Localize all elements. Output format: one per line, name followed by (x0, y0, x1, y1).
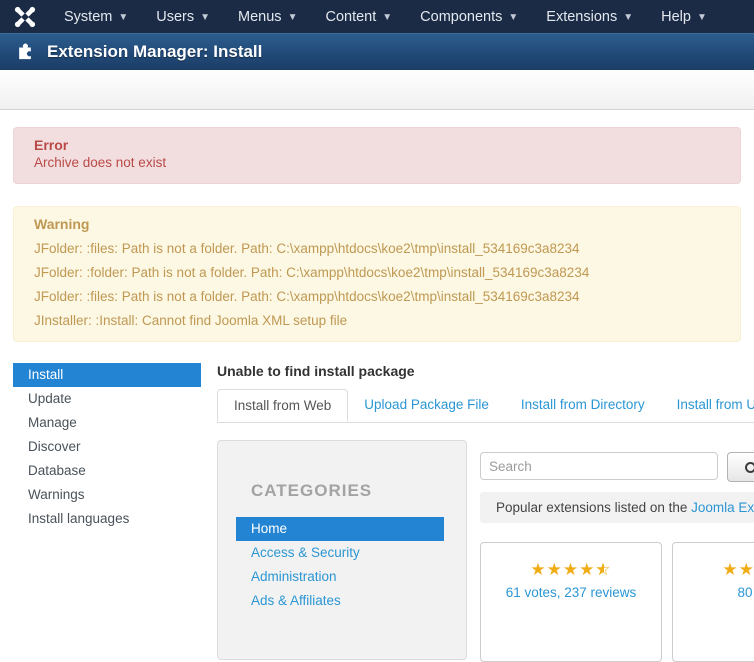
sidebar: Install Update Manage Discover Database … (13, 363, 217, 531)
categories-title: CATEGORIES (251, 481, 466, 501)
chevron-down-icon: ▼ (382, 11, 392, 23)
popular-extensions-note: Popular extensions listed on the Joomla … (480, 492, 754, 523)
sidebar-item-manage[interactable]: Manage (13, 411, 201, 435)
error-title: Error (34, 137, 720, 153)
joomla-logo-icon (12, 6, 38, 28)
menu-menus[interactable]: Menus ▼ (224, 0, 311, 33)
chevron-down-icon: ▼ (623, 11, 633, 23)
chevron-down-icon: ▼ (697, 11, 707, 23)
warning-title: Warning (34, 216, 720, 232)
category-access-security[interactable]: Access & Security (236, 541, 444, 565)
menu-label: System (64, 9, 112, 25)
error-message: Archive does not exist (34, 155, 720, 170)
admin-menubar: System ▼ Users ▼ Menus ▼ Content ▼ Component… (0, 0, 754, 33)
full-stars: ★★★★ (722, 560, 754, 579)
install-message-heading: Unable to find install package (217, 363, 754, 379)
sidebar-item-install[interactable]: Install (13, 363, 201, 387)
chevron-down-icon: ▼ (118, 11, 128, 23)
star-rating: ★★★★☆★ (673, 561, 754, 578)
page-title: Extension Manager: Install (47, 42, 262, 62)
warning-message: JInstaller: :Install: Cannot find Joomla… (34, 313, 720, 328)
menu-content[interactable]: Content ▼ (311, 0, 406, 33)
menu-label: Extensions (546, 9, 617, 25)
tab-upload-package-file[interactable]: Upload Package File (348, 389, 505, 422)
search-icon (745, 462, 754, 473)
puzzle-piece-icon (15, 40, 35, 65)
extension-card[interactable]: ★★★★☆★ 80 votes (672, 542, 754, 662)
install-tabs: Install from Web Upload Package File Ins… (217, 389, 754, 423)
tab-install-from-url[interactable]: Install from URL (661, 389, 754, 422)
page-header: Extension Manager: Install (0, 33, 754, 70)
chevron-down-icon: ▼ (200, 11, 210, 23)
menu-extensions[interactable]: Extensions ▼ (532, 0, 647, 33)
search-button[interactable] (727, 452, 754, 482)
sidebar-item-install-languages[interactable]: Install languages (13, 507, 201, 531)
sidebar-item-update[interactable]: Update (13, 387, 201, 411)
tab-install-from-directory[interactable]: Install from Directory (505, 389, 661, 422)
search-input[interactable] (480, 452, 718, 480)
warning-message: JFolder: :files: Path is not a folder. P… (34, 241, 720, 256)
menu-label: Components (420, 9, 502, 25)
category-home[interactable]: Home (236, 517, 444, 541)
warning-message: JFolder: :folder: Path is not a folder. … (34, 265, 720, 280)
warning-message: JFolder: :files: Path is not a folder. P… (34, 289, 720, 304)
sidebar-item-discover[interactable]: Discover (13, 435, 201, 459)
menu-system[interactable]: System ▼ (50, 0, 142, 33)
full-stars: ★★★★ (530, 560, 595, 579)
jed-link[interactable]: Joomla Extensions Directory (691, 500, 754, 515)
half-star-icon: ☆★ (595, 561, 611, 578)
menu-label: Content (325, 9, 376, 25)
chevron-down-icon: ▼ (508, 11, 518, 23)
popular-note-text: Popular extensions listed on the (496, 500, 691, 515)
extension-card[interactable]: ★★★★☆★ 61 votes, 237 reviews (480, 542, 662, 662)
warning-alert: Warning JFolder: :files: Path is not a f… (13, 206, 741, 342)
categories-panel: CATEGORIES Home Access & Security Admini… (217, 440, 467, 660)
toolbar-strip (0, 70, 754, 110)
menu-help[interactable]: Help ▼ (647, 0, 721, 33)
tab-install-from-web[interactable]: Install from Web (217, 389, 348, 422)
chevron-down-icon: ▼ (288, 11, 298, 23)
menu-label: Help (661, 9, 691, 25)
menu-label: Menus (238, 9, 282, 25)
menu-label: Users (156, 9, 194, 25)
menu-components[interactable]: Components ▼ (406, 0, 532, 33)
error-alert: Error Archive does not exist (13, 127, 741, 184)
sidebar-item-database[interactable]: Database (13, 459, 201, 483)
star-rating: ★★★★☆★ (481, 561, 661, 578)
category-administration[interactable]: Administration (236, 565, 444, 589)
sidebar-item-warnings[interactable]: Warnings (13, 483, 201, 507)
menu-users[interactable]: Users ▼ (142, 0, 224, 33)
